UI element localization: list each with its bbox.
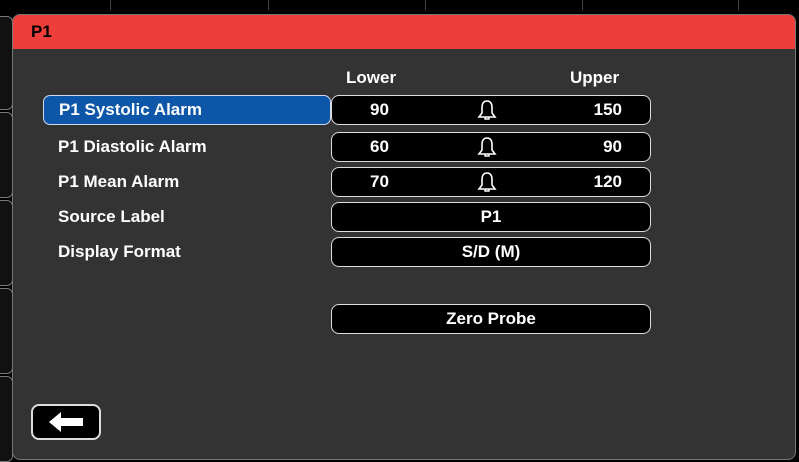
systolic-lower-value: 90 <box>370 100 389 119</box>
back-arrow-icon <box>49 412 83 432</box>
bell-icon <box>477 137 497 157</box>
display-format-field[interactable]: S/D (M) <box>331 237 651 267</box>
diastolic-upper-value: 90 <box>603 137 622 156</box>
panel-title: P1 <box>13 15 795 49</box>
back-button[interactable] <box>31 404 101 440</box>
upper-column-header: Upper <box>570 68 620 87</box>
zero-probe-label: Zero Probe <box>446 309 536 328</box>
mean-lower-value: 70 <box>370 172 389 191</box>
strip-divider <box>425 0 426 10</box>
mean-alarm-label[interactable]: P1 Mean Alarm <box>43 167 331 197</box>
mean-alarm-field[interactable]: 70 120 <box>331 167 651 197</box>
diastolic-lower-value: 60 <box>370 137 389 156</box>
strip-divider <box>738 0 739 10</box>
settings-panel: P1 Lower Upper P1 Systolic Alarm 90 150 … <box>12 14 796 460</box>
bell-icon <box>477 100 497 120</box>
diastolic-alarm-label[interactable]: P1 Diastolic Alarm <box>43 132 331 162</box>
strip-divider <box>268 0 269 10</box>
display-format-label[interactable]: Display Format <box>43 237 331 267</box>
systolic-alarm-field[interactable]: 90 150 <box>331 95 651 125</box>
strip-divider <box>110 0 111 10</box>
systolic-alarm-label[interactable]: P1 Systolic Alarm <box>43 95 331 125</box>
top-strip <box>0 0 799 14</box>
strip-divider <box>582 0 583 10</box>
mean-upper-value: 120 <box>593 172 622 191</box>
lower-column-header: Lower <box>346 68 397 87</box>
source-label-value: P1 <box>480 207 502 226</box>
source-label-label[interactable]: Source Label <box>43 202 331 232</box>
display-format-value: S/D (M) <box>461 242 521 261</box>
systolic-upper-value: 150 <box>593 100 622 119</box>
diastolic-alarm-field[interactable]: 60 90 <box>331 132 651 162</box>
zero-probe-button[interactable]: Zero Probe <box>331 304 651 334</box>
bell-icon <box>477 172 497 192</box>
source-label-field[interactable]: P1 <box>331 202 651 232</box>
